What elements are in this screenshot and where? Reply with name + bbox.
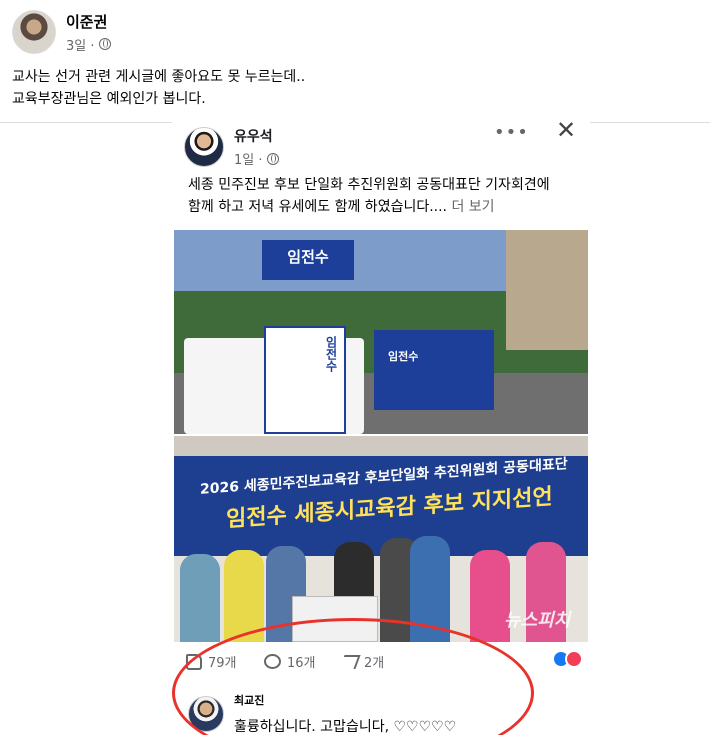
comment-icon: [264, 654, 281, 669]
podium: [292, 596, 378, 642]
shared-post-text-line: 함께 하고 저녁 유세에도 함께 하였습니다.... 더 보기: [188, 196, 588, 218]
shared-author-name[interactable]: 유우석: [234, 126, 279, 146]
post-text-line: 교육부장관님은 예외인가 봅니다.: [12, 91, 206, 107]
avatar[interactable]: [188, 696, 224, 732]
comment-body: 최교진 훌륭하십니다. 고맙습니다, ♡♡♡♡♡: [234, 688, 456, 735]
poster-text: 임전수: [324, 336, 338, 372]
stage-label: 임전수: [388, 350, 419, 363]
candidate-poster: 임전수: [264, 326, 346, 434]
shared-author-block: 유우석 1일 ·: [234, 126, 279, 168]
shared-post-text-line-2: 함께 하고 저녁 유세에도 함께 하였습니다....: [188, 199, 448, 215]
watermark: 뉴스피치: [504, 610, 571, 631]
speech-stage: [374, 330, 494, 410]
avatar[interactable]: [184, 127, 224, 167]
campaign-rally-photo[interactable]: 임전수 임전수 임전수: [174, 230, 588, 434]
action-bar: 79개 16개 2개: [186, 650, 586, 676]
commenter-name[interactable]: 최교진: [234, 692, 456, 708]
reaction-summary[interactable]: [552, 650, 583, 668]
see-more-link[interactable]: 더 보기: [451, 199, 494, 215]
post-header: 이준권 3일 ·: [12, 10, 111, 54]
shared-post-header: 유우석 1일 ·: [184, 126, 279, 168]
comment-text: 훌륭하십니다. 고맙습니다, ♡♡♡♡♡: [234, 719, 457, 735]
comment: 최교진 훌륭하십니다. 고맙습니다, ♡♡♡♡♡: [188, 688, 456, 735]
shared-post: 유우석 1일 · ••• ✕ 세종 민주진보 후보 단일화 추진위원회 공동대표…: [172, 116, 590, 735]
post-time[interactable]: 3일 ·: [66, 35, 95, 54]
author-name[interactable]: 이준권: [66, 11, 111, 32]
author-block: 이준권 3일 ·: [66, 11, 111, 54]
more-options-icon[interactable]: •••: [494, 122, 529, 143]
post-meta: 3일 ·: [66, 35, 111, 54]
globe-icon: [98, 38, 111, 50]
shared-post-time[interactable]: 1일 ·: [234, 149, 263, 168]
share-icon: [339, 654, 361, 669]
person: [224, 550, 264, 642]
close-icon[interactable]: ✕: [556, 116, 576, 144]
share-count: 2개: [364, 656, 385, 671]
person: [410, 536, 450, 642]
shared-post-meta: 1일 ·: [234, 149, 279, 168]
candidate-banner: 임전수: [262, 240, 354, 280]
shared-post-text-line: 세종 민주진보 후보 단일화 추진위원회 공동대표단 기자회견에: [188, 177, 550, 193]
shared-post-text: 세종 민주진보 후보 단일화 추진위원회 공동대표단 기자회견에 함께 하고 저…: [188, 174, 588, 218]
person: [180, 554, 220, 642]
comment-button[interactable]: 16개: [264, 652, 316, 671]
avatar[interactable]: [12, 10, 56, 54]
share-button[interactable]: 2개: [339, 652, 385, 671]
globe-icon: [266, 152, 279, 165]
post-text: 교사는 선거 관련 게시글에 좋아요도 못 누르는데.. 교육부장관님은 예외인…: [12, 66, 305, 110]
comment-count: 16개: [287, 656, 316, 671]
love-reaction-icon: [565, 650, 583, 668]
like-count: 79개: [208, 656, 237, 671]
building: [506, 230, 588, 350]
like-button[interactable]: 79개: [186, 652, 237, 671]
press-conference-photo[interactable]: 2026 세종민주진보교육감 후보단일화 추진위원회 공동대표단 임전수 세종시…: [174, 436, 588, 642]
thumbs-up-icon: [186, 653, 202, 670]
post-text-line: 교사는 선거 관련 게시글에 좋아요도 못 누르는데..: [12, 69, 306, 85]
